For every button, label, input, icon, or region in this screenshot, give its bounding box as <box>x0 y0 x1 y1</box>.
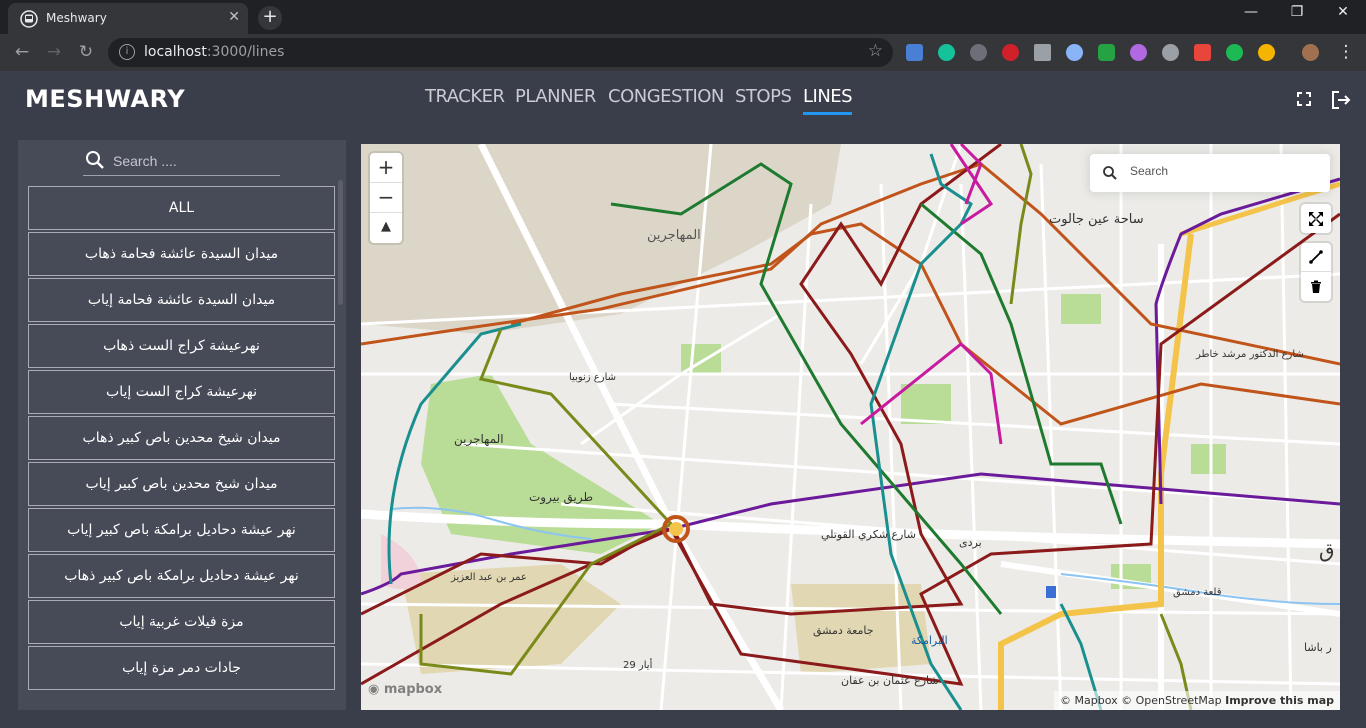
nav-tracker[interactable]: TRACKER <box>425 86 505 107</box>
tab-title: Meshwary <box>46 11 107 25</box>
line-item[interactable]: نهر عيشة دحاديل برامكة باص كبير إياب <box>28 508 335 552</box>
map-label-district: بردى <box>959 536 982 549</box>
map-label-muhajirin: المهاجرين <box>454 432 504 446</box>
map-label-citadel: قلعة دمشق <box>1173 587 1222 598</box>
map-label-muhajirin: المهاجرين <box>647 228 701 243</box>
lines-search-input[interactable] <box>113 150 273 172</box>
sidebar-scrollbar[interactable] <box>338 180 343 305</box>
map-label-street: شارع زنوبيا <box>569 372 617 383</box>
line-item[interactable]: مزة فيلات غربية إياب <box>28 600 335 644</box>
nav-lines[interactable]: LINES <box>803 86 853 115</box>
browser-tab[interactable]: Meshwary ✕ <box>8 3 248 34</box>
line-item[interactable]: ميدان السيدة عائشة فحامة ذهاب <box>28 232 335 276</box>
layers-extension-icon[interactable] <box>1258 44 1275 61</box>
line-item[interactable]: نهر عيشة دحاديل برامكة باص كبير ذهاب <box>28 554 335 598</box>
map-label-street: شارع عثمان بن عفان <box>841 674 939 687</box>
line-item[interactable]: ميدان شيخ محدين باص كبير إياب <box>28 462 335 506</box>
line-item[interactable]: ميدان السيدة عائشة فحامة إياب <box>28 278 335 322</box>
lines-search <box>83 148 280 176</box>
map-label-street: عمر بن عبد العزيز <box>451 572 527 583</box>
app-header: MESHWARY TRACKER PLANNER CONGESTION STOP… <box>0 71 1366 126</box>
zoom-controls: + − ▲ <box>370 153 402 243</box>
restore-icon[interactable]: ❐ <box>1274 4 1320 20</box>
map-label-street: طريق بيروت <box>529 490 594 504</box>
line-item-all[interactable]: ALL <box>28 186 335 230</box>
map-label-station: البرامكة <box>911 634 948 647</box>
url-text: localhost:3000/lines <box>144 44 285 60</box>
forward-icon[interactable]: → <box>42 41 66 65</box>
reload-icon[interactable]: ↻ <box>74 41 98 65</box>
attribution-text[interactable]: © Mapbox © OpenStreetMap <box>1060 694 1222 707</box>
search-icon <box>1103 166 1117 180</box>
target-extension-icon[interactable] <box>1226 44 1243 61</box>
translate-extension-icon[interactable] <box>906 44 923 61</box>
fullscreen-map-control <box>1301 204 1331 233</box>
pen-extension-icon[interactable] <box>1162 44 1179 61</box>
w-extension-icon[interactable] <box>970 44 987 61</box>
zoom-in-button[interactable]: + <box>370 153 402 183</box>
fullscreen-icon[interactable] <box>1294 89 1314 109</box>
line-item[interactable]: نهرعيشة كراج الست إياب <box>28 370 335 414</box>
close-window-icon[interactable]: ✕ <box>1320 4 1366 20</box>
bus-icon <box>20 10 38 28</box>
expand-icon[interactable] <box>1301 204 1331 233</box>
map-label-street: 29 أيار <box>623 660 653 671</box>
nav-planner[interactable]: PLANNER <box>515 86 596 107</box>
improve-map-link[interactable]: Improve this map <box>1225 694 1334 707</box>
map-label-street: شارع الدكتور مرشد خاطر <box>1196 349 1304 360</box>
draw-line-icon[interactable] <box>1301 243 1331 272</box>
line-item[interactable]: جادات دمر مزة إياب <box>28 646 335 690</box>
map-label-street: شارع شكري القوتلي <box>821 528 916 541</box>
info-icon[interactable]: i <box>119 44 135 60</box>
line-item[interactable]: ميدان شيخ محدين باص كبير ذهاب <box>28 416 335 460</box>
map-label-university: جامعة دمشق <box>813 624 874 637</box>
trash-icon[interactable] <box>1301 272 1331 301</box>
profile-avatar[interactable] <box>1302 44 1319 61</box>
search-icon <box>86 151 104 169</box>
lines-sidebar: ALL ميدان السيدة عائشة فحامة ذهاب ميدان … <box>18 140 346 710</box>
map-label-street: ر باشا <box>1304 641 1332 654</box>
shield-extension-icon[interactable] <box>1098 44 1115 61</box>
menu-icon[interactable]: ⋮ <box>1334 41 1358 65</box>
compass-button[interactable]: ▲ <box>370 213 402 243</box>
address-bar[interactable]: i localhost:3000/lines ☆ <box>108 38 893 67</box>
zoom-out-button[interactable]: − <box>370 183 402 213</box>
logout-icon[interactable] <box>1330 89 1352 111</box>
map-search-input[interactable] <box>1130 164 1320 178</box>
close-tab-icon[interactable]: ✕ <box>228 9 240 25</box>
map-geocoder <box>1090 154 1330 192</box>
brand-logo[interactable]: MESHWARY <box>25 85 185 113</box>
map-label-square: ساحة عين جالوت <box>1049 212 1144 227</box>
nav-congestion[interactable]: CONGESTION <box>608 86 724 107</box>
line-item[interactable]: نهرعيشة كراج الست ذهاب <box>28 324 335 368</box>
alert-extension-icon[interactable] <box>1002 44 1019 61</box>
vue-extension-icon[interactable] <box>1034 44 1051 61</box>
back-icon[interactable]: ← <box>10 41 34 65</box>
draw-controls <box>1301 243 1331 301</box>
new-tab-button[interactable]: + <box>258 6 282 30</box>
mapbox-logo[interactable]: ◉ mapbox <box>368 682 442 697</box>
nav-stops[interactable]: STOPS <box>735 86 792 107</box>
browser-tabstrip: Meshwary ✕ + — ❐ ✕ <box>0 0 1366 34</box>
gift-extension-icon[interactable] <box>1194 44 1211 61</box>
map-canvas[interactable]: المهاجرين المهاجرين ساحة عين جالوت طريق … <box>361 144 1340 710</box>
feather-extension-icon[interactable] <box>1130 44 1147 61</box>
lines-list: ALL ميدان السيدة عائشة فحامة ذهاب ميدان … <box>28 186 335 692</box>
ring-extension-icon[interactable] <box>1066 44 1083 61</box>
grammarly-extension-icon[interactable] <box>938 44 955 61</box>
map-label-cutoff: ق <box>1319 538 1335 562</box>
browser-toolbar: ← → ↻ i localhost:3000/lines ☆ ⋮ <box>0 34 1366 71</box>
map-attribution: © Mapbox © OpenStreetMap Improve this ma… <box>1054 691 1340 710</box>
bookmark-star-icon[interactable]: ☆ <box>868 41 883 61</box>
minimize-icon[interactable]: — <box>1228 4 1274 20</box>
